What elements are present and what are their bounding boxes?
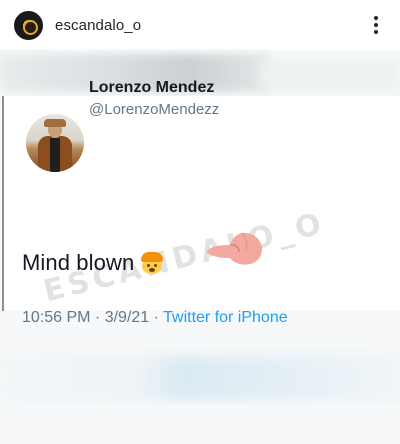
blurred-content-bottom (0, 356, 400, 400)
more-dot-2 (374, 23, 378, 27)
tweet-source-link[interactable]: Twitter for iPhone (163, 309, 288, 326)
tweet-author-handle: @LorenzoMendezz (89, 101, 220, 118)
tweet-timestamp: 10:56 PM · 3/9/21 · Twitter for iPhone (22, 309, 288, 327)
tweet-time: 10:56 PM · 3/9/21 · (22, 309, 164, 326)
blurred-content-top-right (260, 60, 400, 90)
avatar-shirt (50, 138, 60, 172)
emoji-blast (141, 252, 164, 262)
blurred-content-footer (0, 405, 400, 444)
more-options-icon[interactable] (366, 13, 386, 37)
post-header: escandalo_o (0, 0, 400, 50)
more-dot-1 (374, 16, 378, 20)
tweet-text: Mind blown (22, 250, 164, 276)
profile-avatar[interactable] (14, 10, 43, 40)
exploding-head-icon (141, 252, 164, 274)
username[interactable]: escandalo_o (55, 17, 141, 34)
tweet-author-avatar (26, 114, 84, 172)
tweet-body: Mind blown (22, 250, 135, 275)
pointing-hand-icon (206, 232, 262, 265)
more-dot-3 (374, 30, 378, 34)
tweet-author-name: Lorenzo Mendez (89, 79, 215, 96)
avatar-hat (44, 119, 66, 127)
